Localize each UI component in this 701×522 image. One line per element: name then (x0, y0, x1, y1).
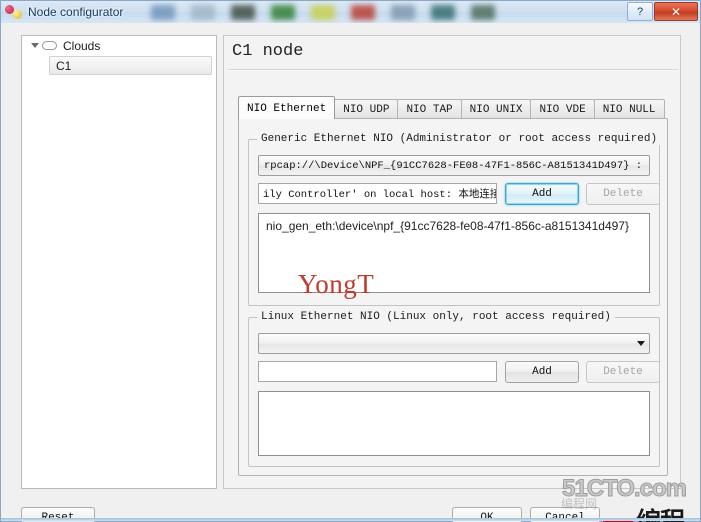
linux-add-button[interactable]: Add (505, 361, 579, 383)
background-toolbar-icons (151, 1, 571, 23)
tab-nio-null[interactable]: NIO NULL (593, 99, 665, 119)
generic-nio-list[interactable]: nio_gen_eth:\device\npf_{91cc7628-fe08-4… (258, 213, 650, 293)
title-bar-left: Node configurator (5, 3, 123, 21)
linux-delete-button[interactable]: Delete (586, 361, 660, 383)
linux-interface-input[interactable] (258, 361, 497, 382)
close-icon[interactable]: ✕ (654, 2, 698, 21)
window-title: Node configurator (28, 5, 124, 19)
node-configurator-window: Node configurator ? ✕ Clouds C1 Reset C1… (0, 0, 701, 522)
tree-item-label: Clouds (63, 38, 101, 53)
tab-nio-udp[interactable]: NIO UDP (334, 99, 399, 119)
window-bottom-edge (1, 518, 700, 521)
generic-interface-value: rpcap://\Device\NPF_{91CC7628-FE08-47F1-… (264, 159, 650, 172)
tab-bar: NIO Ethernet NIO UDP NIO TAP NIO UNIX NI… (238, 96, 665, 119)
tab-nio-tap[interactable]: NIO TAP (397, 99, 462, 119)
cloud-icon (42, 41, 57, 50)
linux-ethernet-group: Linux Ethernet NIO (Linux only, root acc… (248, 311, 660, 467)
generic-interface-input[interactable]: ily Controller' on local host: 本地连接 (258, 183, 497, 204)
tab-nio-vde[interactable]: NIO VDE (530, 99, 595, 119)
tree-item-clouds[interactable]: Clouds (22, 36, 216, 55)
list-item[interactable]: nio_gen_eth:\device\npf_{91cc7628-fe08-4… (266, 219, 642, 233)
title-bar: Node configurator ? ✕ (1, 1, 700, 23)
generic-ethernet-group: Generic Ethernet NIO (Administrator or r… (248, 133, 662, 306)
generic-delete-button[interactable]: Delete (586, 183, 660, 205)
linux-nio-list[interactable] (258, 391, 650, 456)
generic-add-button[interactable]: Add (505, 183, 579, 205)
linux-group-legend: Linux Ethernet NIO (Linux only, root acc… (257, 311, 615, 323)
title-divider (228, 69, 678, 71)
chevron-down-icon[interactable] (28, 43, 42, 48)
node-icon (5, 4, 22, 20)
linux-interface-combo[interactable] (258, 333, 650, 354)
node-tree[interactable]: Clouds C1 (21, 35, 217, 489)
tab-nio-unix[interactable]: NIO UNIX (460, 99, 532, 119)
tree-item-label: C1 (56, 58, 72, 73)
tab-panel-nio-ethernet: Generic Ethernet NIO (Administrator or r… (238, 118, 668, 476)
generic-interface-input-value: ily Controller' on local host: 本地连接 (263, 189, 497, 201)
page-title: C1 node (232, 42, 304, 61)
window-controls: ? ✕ (627, 2, 698, 21)
generic-group-legend: Generic Ethernet NIO (Administrator or r… (257, 133, 662, 145)
generic-interface-combo[interactable]: rpcap://\Device\NPF_{91CC7628-FE08-47F1-… (258, 155, 650, 176)
chevron-down-icon[interactable] (637, 341, 645, 346)
node-settings-panel: C1 node NIO Ethernet NIO UDP NIO TAP NIO… (223, 35, 681, 489)
tree-item-c1[interactable]: C1 (49, 56, 212, 75)
tab-nio-ethernet[interactable]: NIO Ethernet (238, 96, 336, 119)
help-button[interactable]: ? (627, 2, 653, 21)
dialog-body: Clouds C1 Reset C1 node NIO Ethernet NIO… (1, 23, 700, 522)
